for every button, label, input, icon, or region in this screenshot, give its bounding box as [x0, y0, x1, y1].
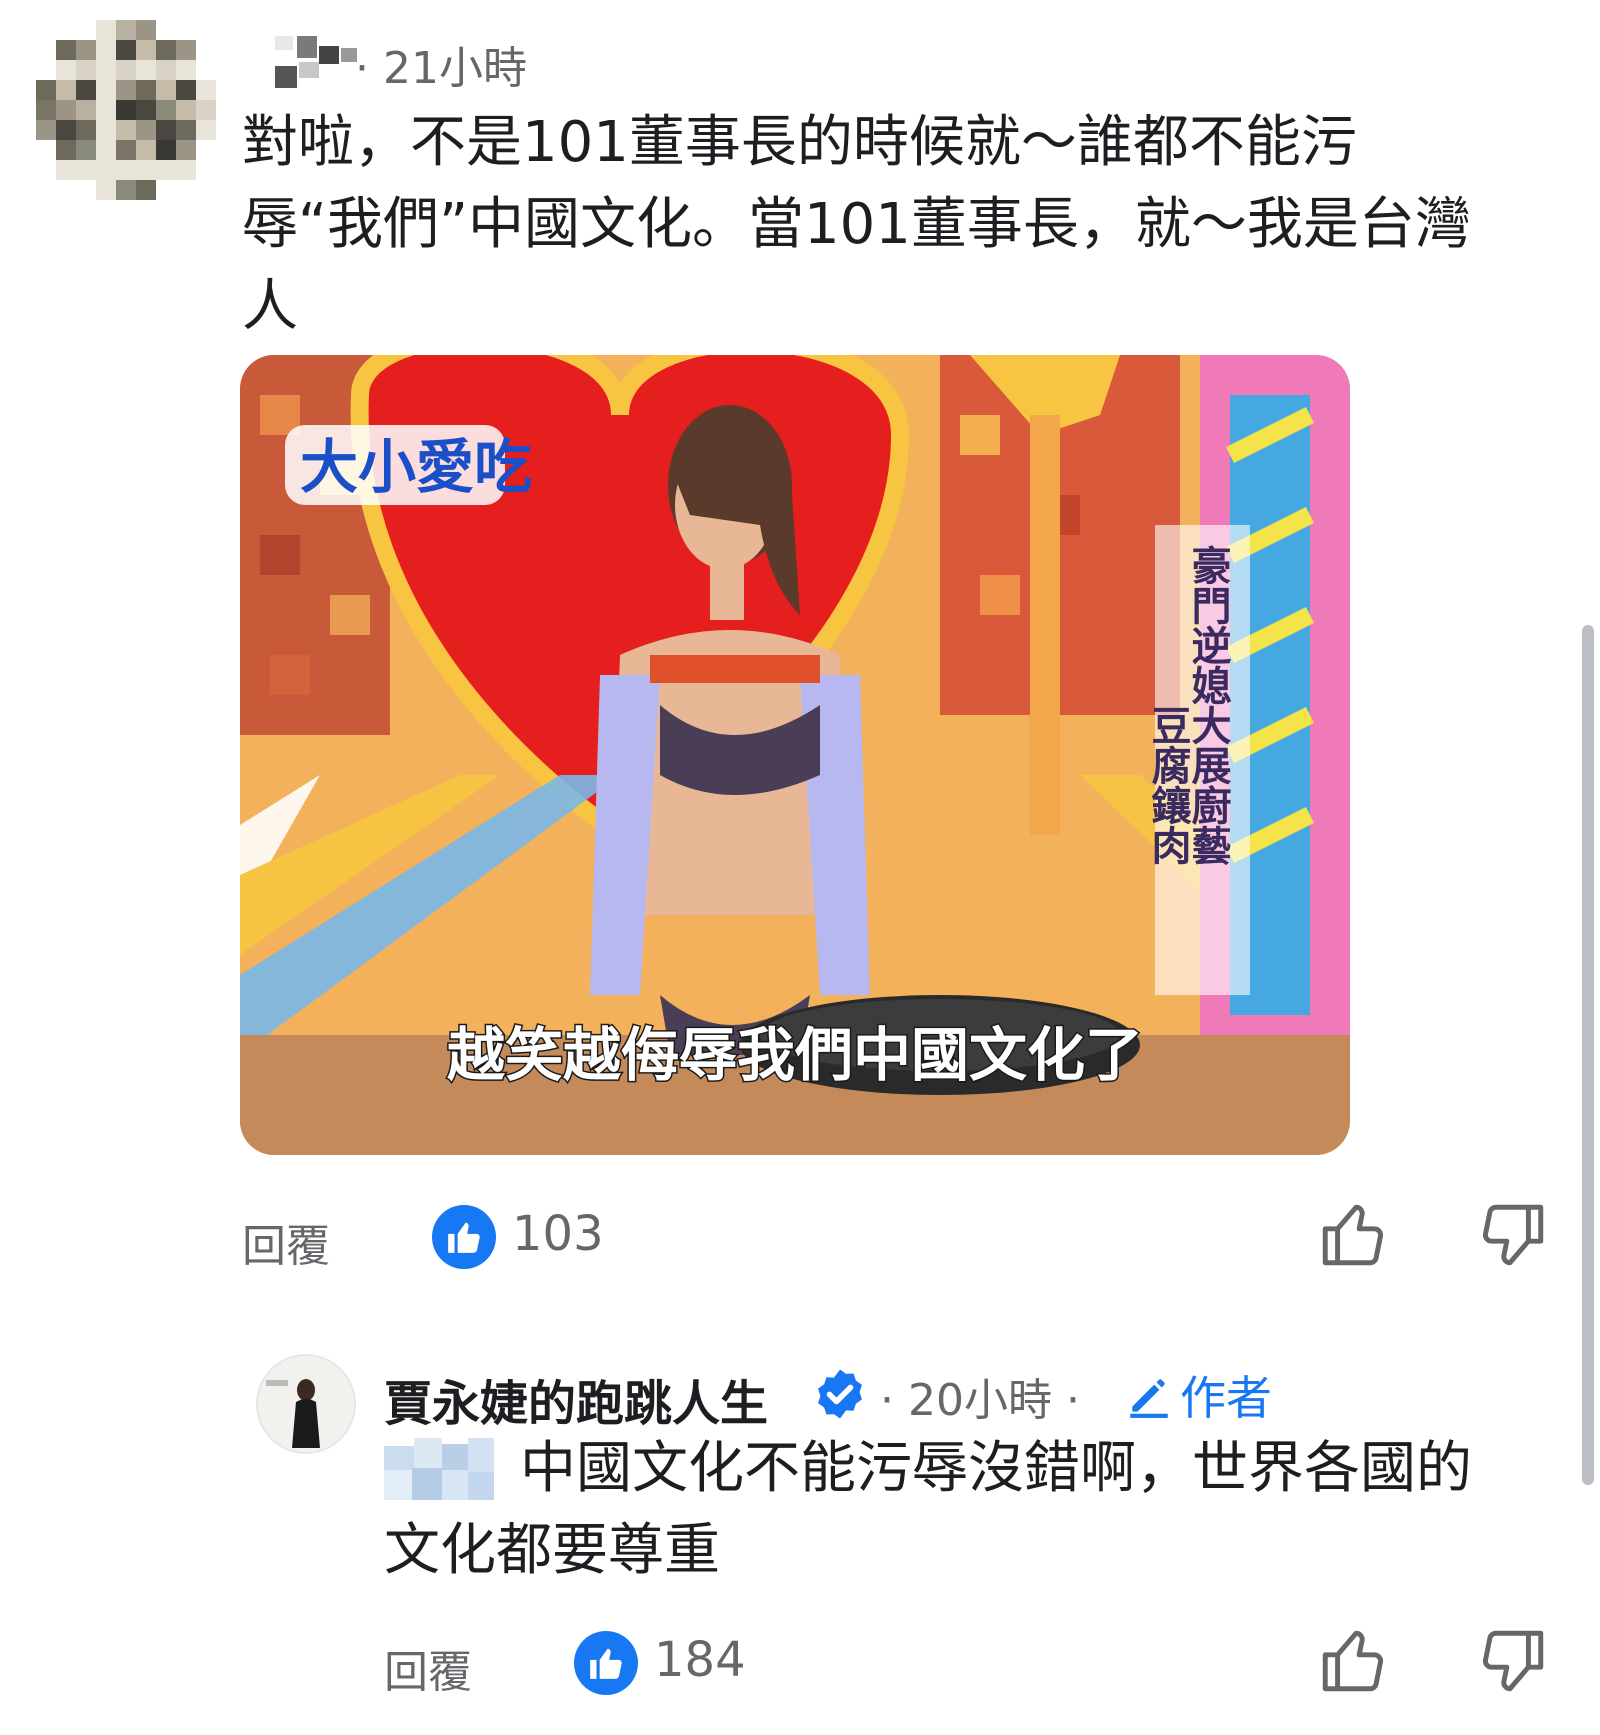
side-caption-sub: 豆腐鑲肉: [1145, 705, 1192, 865]
comment-text-line: 人: [242, 274, 298, 339]
commenter-name-blurred[interactable]: [275, 36, 365, 92]
like-count[interactable]: 184: [654, 1632, 746, 1688]
comment-text-line: 對啦，不是101董事長的時候就～誰都不能污: [242, 110, 1357, 175]
like-count[interactable]: 103: [512, 1206, 604, 1262]
comment-text-line: 辱“我們”中國文化。當101董事長，就～我是台灣: [242, 192, 1471, 257]
scrollbar[interactable]: [1582, 625, 1594, 1485]
pencil-icon: [1130, 1379, 1168, 1418]
thumbs-up-icon: [574, 1631, 638, 1695]
reply-author-name[interactable]: 賈永婕的跑跳人生: [384, 1364, 768, 1434]
reply-text: 中國文化不能污辱沒錯啊，世界各國的 文化都要尊重: [384, 1428, 1564, 1592]
reply-text-line: 中國文化不能污辱沒錯啊，世界各國的: [520, 1436, 1472, 1501]
reply-author-avatar[interactable]: [256, 1354, 356, 1454]
reply-button[interactable]: 回覆: [242, 1210, 330, 1274]
thumb-down-outline-icon[interactable]: [1476, 1624, 1550, 1698]
side-caption-main: 豪門逆媳大展廚藝: [1185, 545, 1232, 866]
comment-timestamp: · 21小時: [355, 43, 527, 94]
thumbs-up-icon: [432, 1205, 496, 1269]
comment-attached-image[interactable]: 大小愛吃 豪門逆媳大展廚藝 豆腐鑲肉 越笑越侮辱我們中國文化了: [240, 355, 1350, 1155]
reply-button[interactable]: 回覆: [384, 1636, 472, 1700]
reply-text-line: 文化都要尊重: [384, 1518, 720, 1583]
author-badge: 作者: [1124, 1362, 1272, 1428]
thumb-up-outline-icon[interactable]: [1316, 1624, 1390, 1698]
show-logo: 大小愛吃: [300, 433, 532, 501]
video-subtitle: 越笑越侮辱我們中國文化了: [447, 1021, 1143, 1089]
verified-badge-icon: [812, 1366, 868, 1422]
thumb-up-outline-icon[interactable]: [1316, 1198, 1390, 1272]
author-badge-label: 作者: [1180, 1371, 1272, 1425]
commenter-avatar[interactable]: [36, 20, 216, 200]
reply-timestamp: · 20小時 ·: [880, 1375, 1080, 1426]
comment-text: 對啦，不是101董事長的時候就～誰都不能污 辱“我們”中國文化。當101董事長，…: [242, 102, 1562, 348]
thumb-down-outline-icon[interactable]: [1476, 1198, 1550, 1272]
